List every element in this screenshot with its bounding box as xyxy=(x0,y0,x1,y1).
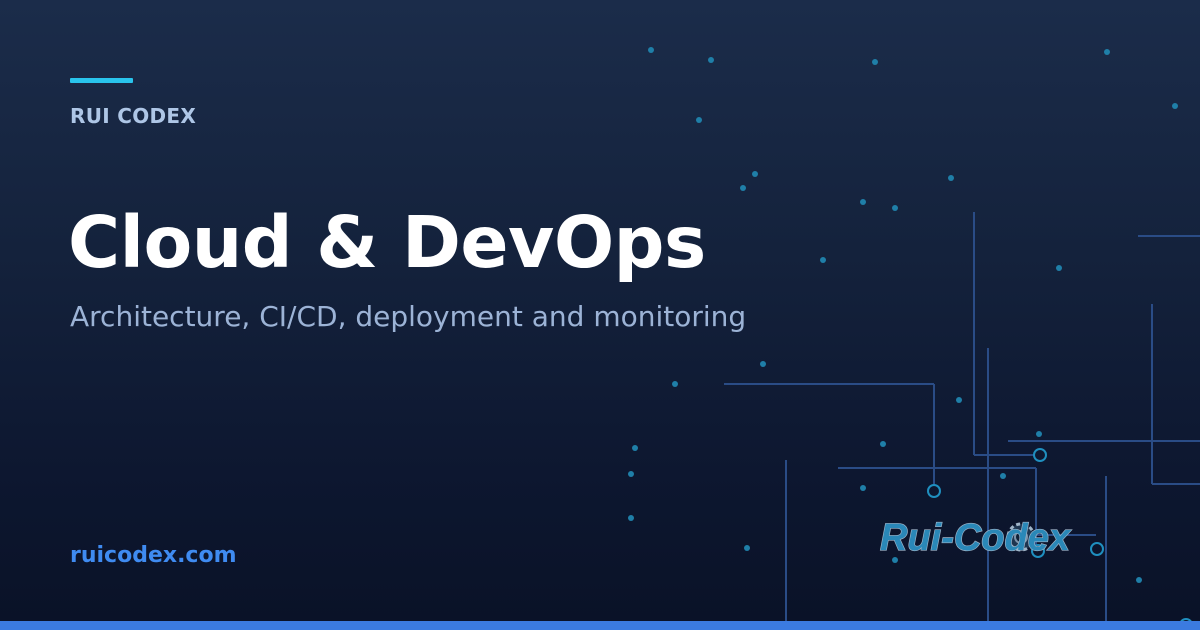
accent-bar xyxy=(70,78,133,83)
rui-codex-logo: Rui-Codex xyxy=(879,516,1072,559)
brand-label: RUI CODEX xyxy=(70,104,197,128)
bottom-accent-bar xyxy=(0,621,1200,630)
logo-wordmark: Rui-Codex xyxy=(880,517,1072,559)
page-title: Cloud & DevOps xyxy=(68,201,706,284)
og-card: RUI CODEX Cloud & DevOps Architecture, C… xyxy=(0,0,1200,630)
site-url-link[interactable]: ruicodex.com xyxy=(70,543,237,568)
page-subtitle: Architecture, CI/CD, deployment and moni… xyxy=(70,300,747,333)
